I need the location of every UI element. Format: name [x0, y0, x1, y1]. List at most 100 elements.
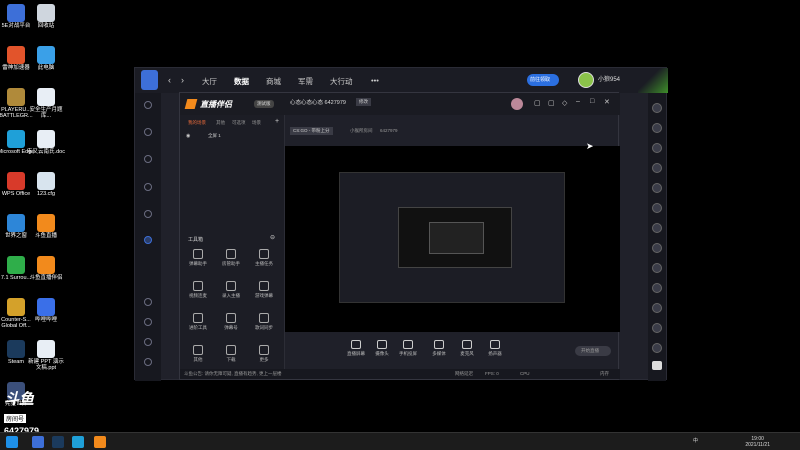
taskbar-steam-icon[interactable] — [52, 436, 64, 448]
tool-label: 进阶工具 — [189, 325, 207, 330]
toolbox-item[interactable]: 弹幕助手 — [184, 249, 212, 267]
companion-avatar[interactable] — [511, 98, 523, 110]
source-control[interactable]: 直播屏幕 — [342, 340, 370, 357]
tool-icon — [259, 249, 269, 259]
tool-label: 主播任务 — [255, 261, 273, 266]
promo-badge[interactable]: 前往领取 — [527, 74, 559, 86]
more-tabs-button[interactable]: ••• — [371, 76, 379, 85]
toolbox-item[interactable]: 弹幕号 — [217, 313, 245, 331]
desktop-icon[interactable]: 韦又云南氏.doc — [26, 130, 66, 155]
desktop-icon[interactable]: 安全生产月题库... — [26, 88, 66, 119]
desktop-icon[interactable]: 回收站 — [26, 4, 66, 29]
sidebar-tools-icon[interactable] — [144, 155, 152, 163]
tab-supplies[interactable]: 军需 — [298, 76, 313, 87]
desktop-icon-label: 123.cfg — [36, 191, 56, 197]
taskbar-edge-icon[interactable] — [72, 436, 84, 448]
scene-tab-other[interactable]: 其他 — [216, 120, 225, 126]
desktop-icon[interactable]: 斗鱼直播 — [26, 214, 66, 239]
sidebar-expand-icon[interactable] — [144, 236, 152, 244]
control-icon — [490, 340, 500, 349]
ime-language[interactable]: 中 — [693, 438, 698, 444]
tab-data[interactable]: 数据 — [234, 76, 249, 87]
toolbox-item[interactable]: 视频连麦 — [184, 281, 212, 299]
desktop-icon[interactable]: 哔哩哔哩 — [26, 298, 66, 323]
source-control[interactable]: 摄像头 — [368, 340, 396, 357]
tool-icon — [193, 249, 203, 259]
desktop-icon[interactable]: 新建 PPT 演示文稿.ppt — [26, 340, 66, 371]
friend-avatar-icon[interactable] — [652, 283, 662, 293]
taskbar-5e-icon[interactable] — [32, 436, 44, 448]
sidebar-game-icon[interactable] — [144, 183, 152, 191]
toolbox-more-icon[interactable]: ⊖ — [270, 234, 275, 241]
sidebar-mail-icon[interactable] — [144, 318, 152, 326]
sidebar-menu-icon[interactable] — [144, 358, 152, 366]
maximize-icon[interactable]: □ — [590, 98, 594, 105]
sidebar-wifi-icon[interactable] — [144, 210, 152, 218]
scene-tab-mine[interactable]: 我的场景 — [188, 120, 206, 126]
room-edit-button[interactable]: 修改 — [356, 98, 371, 106]
system-tray: 中 19:00 2021/11/21 — [693, 436, 770, 448]
taskbar-douyu-icon[interactable] — [94, 436, 106, 448]
sidebar-search-icon[interactable] — [144, 298, 152, 306]
sidebar-settings-icon[interactable] — [144, 338, 152, 346]
douyu-room-label: 房间号 — [4, 414, 27, 423]
source-control[interactable]: 多媒体 — [425, 340, 453, 357]
friend-avatar-icon[interactable] — [652, 103, 662, 113]
companion-logo-icon — [184, 99, 198, 109]
toolbox-item[interactable]: 房管助手 — [217, 249, 245, 267]
friend-avatar-icon[interactable] — [652, 303, 662, 313]
toolbox-item[interactable]: 录入主播 — [217, 281, 245, 299]
tab-operation[interactable]: 大行动 — [330, 76, 353, 87]
friend-avatar-icon[interactable] — [652, 343, 662, 353]
friend-avatar-icon[interactable] — [652, 183, 662, 193]
tab-shop[interactable]: 商城 — [266, 76, 281, 87]
close-icon[interactable]: ✕ — [604, 98, 610, 106]
friend-avatar-icon[interactable] — [652, 163, 662, 173]
control-label: 扬声器 — [488, 351, 502, 356]
avatar[interactable] — [578, 72, 594, 88]
lock-icon[interactable]: ▢ — [548, 99, 555, 107]
minimize-icon[interactable]: – — [576, 98, 580, 105]
friend-avatar-icon[interactable] — [652, 243, 662, 253]
tool-label: 视频连麦 — [189, 293, 207, 298]
scene-item-name[interactable]: 全屏 1 — [208, 133, 221, 139]
companion-brand: 直播伴侣 — [200, 100, 232, 109]
desktop-icon[interactable]: 此电脑 — [26, 46, 66, 71]
tab-lobby[interactable]: 大厅 — [202, 76, 217, 87]
ppt-icon — [37, 340, 55, 358]
chat-icon[interactable] — [652, 361, 662, 370]
friend-avatar-icon[interactable] — [652, 143, 662, 153]
tray-date[interactable]: 2021/11/21 — [745, 442, 770, 448]
toolbox-item[interactable]: 进阶工具 — [184, 313, 212, 331]
toolbox-item[interactable]: 游戏弹幕 — [250, 281, 278, 299]
forward-arrow-icon[interactable]: › — [181, 75, 184, 85]
back-arrow-icon[interactable]: ‹ — [168, 75, 171, 85]
start-button[interactable] — [6, 436, 18, 448]
friend-avatar-icon[interactable] — [652, 263, 662, 273]
5e-logo-icon[interactable] — [141, 70, 158, 90]
share-icon[interactable]: ◇ — [562, 99, 567, 107]
source-control[interactable]: 手机投屏 — [394, 340, 422, 357]
scene-tab-scene[interactable]: 场景 — [252, 120, 261, 126]
toolbox-item[interactable]: 其他 — [184, 345, 212, 363]
friend-avatar-icon[interactable] — [652, 223, 662, 233]
source-control[interactable]: 扬声器 — [481, 340, 509, 357]
start-live-button[interactable]: 开始直播 — [575, 346, 611, 356]
toolbox-item[interactable]: 更多 — [250, 345, 278, 363]
desktop-icon[interactable]: 斗鱼直播伴侣 — [26, 256, 66, 281]
desktop-icon[interactable]: 123.cfg — [26, 172, 66, 197]
scene-tab-optional[interactable]: 可选项 — [232, 120, 246, 126]
toolbox-item[interactable]: 下载 — [217, 345, 245, 363]
eye-icon[interactable]: ◉ — [186, 133, 190, 139]
sidebar-match-icon[interactable] — [144, 128, 152, 136]
toolbox-item[interactable]: 主播任务 — [250, 249, 278, 267]
friend-avatar-icon[interactable] — [652, 203, 662, 213]
game-category[interactable]: CS:GO - 带粉上分 — [290, 127, 333, 135]
add-scene-icon[interactable]: + — [275, 118, 279, 125]
friend-avatar-icon[interactable] — [652, 323, 662, 333]
friend-avatar-icon[interactable] — [652, 123, 662, 133]
source-control[interactable]: 麦克风 — [453, 340, 481, 357]
toolbox-item[interactable]: 歌词同步 — [250, 313, 278, 331]
gift-icon[interactable]: ▢ — [534, 99, 541, 107]
sidebar-home-icon[interactable] — [144, 101, 152, 109]
